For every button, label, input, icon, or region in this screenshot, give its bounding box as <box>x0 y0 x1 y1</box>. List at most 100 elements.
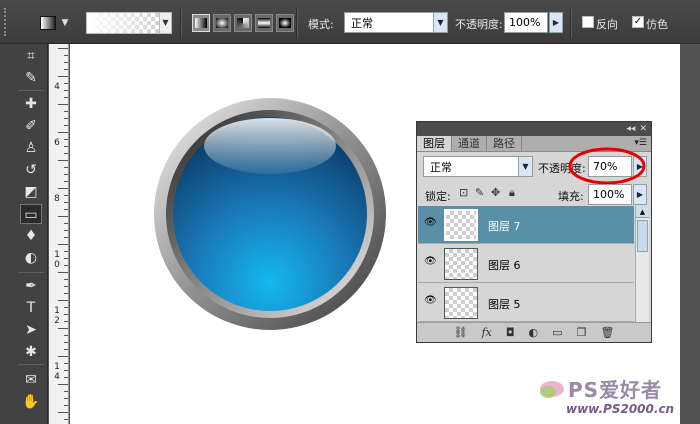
ruler-tick <box>64 62 68 63</box>
ruler-tick <box>64 118 68 119</box>
ruler-tick <box>64 321 68 322</box>
diamond-gradient-button[interactable] <box>276 14 294 32</box>
blend-mode-value: 正常 <box>430 160 452 174</box>
hand-icon[interactable]: ✋ <box>20 392 42 412</box>
reflected-gradient-button[interactable] <box>255 14 273 32</box>
tab-paths[interactable]: 路径 <box>487 136 522 151</box>
ruler-tick <box>58 132 68 133</box>
ruler-tick <box>64 167 68 168</box>
angle-gradient-button[interactable] <box>234 14 252 32</box>
pen-icon[interactable]: ✒ <box>20 276 42 296</box>
brush-icon[interactable]: ✐ <box>20 116 42 136</box>
scroll-thumb[interactable] <box>637 220 648 252</box>
type-icon[interactable]: T <box>20 298 42 318</box>
custom-shape-icon[interactable]: ✱ <box>20 342 42 362</box>
ruler-tick <box>64 363 68 364</box>
divider <box>18 90 44 91</box>
canvas-right-edge <box>680 44 700 424</box>
close-icon[interactable]: ✕ <box>639 124 647 134</box>
layer-row[interactable]: 👁︎ 图层 5 <box>418 284 634 322</box>
layer-thumbnail <box>444 209 478 241</box>
layer-thumbnail <box>444 287 478 319</box>
ruler-tick <box>64 97 68 98</box>
scroll-up-icon[interactable]: ▲ <box>636 206 649 218</box>
adjustment-icon[interactable]: ◐ <box>529 326 539 339</box>
link-icon[interactable]: ⛓ <box>454 326 468 339</box>
layer-row[interactable]: 👁︎ 图层 7 <box>418 206 634 244</box>
collapse-icon[interactable]: ◂◂ <box>626 124 635 134</box>
lock-transparency-icon[interactable]: ⊡ <box>459 186 468 199</box>
options-bar-grip[interactable] <box>4 8 10 36</box>
dodge-icon[interactable]: ◐ <box>20 248 42 268</box>
ruler-tick <box>64 195 68 196</box>
fx-icon[interactable]: fx <box>482 326 492 339</box>
tool-preset-picker[interactable]: ▼ <box>35 12 73 34</box>
radial-gradient-button[interactable] <box>213 14 231 32</box>
mode-select[interactable]: 正常 ▼ <box>344 12 448 33</box>
gradient-picker[interactable]: ▼ <box>86 12 172 34</box>
opacity-input[interactable]: 100% <box>504 12 548 33</box>
gradient-tool-icon <box>39 16 56 30</box>
tab-channels[interactable]: 通道 <box>452 136 487 151</box>
trash-icon[interactable]: 🗑︎ <box>600 326 614 339</box>
eraser-icon[interactable]: ◩ <box>20 182 42 202</box>
blend-mode-select[interactable]: 正常 ▼ <box>423 156 533 177</box>
new-layer-icon[interactable]: ❐ <box>577 326 587 339</box>
layers-panel: ◂◂ ✕ 图层 通道 路径 ▾☰ 正常 ▼ 不透明度: 70% ▶ 锁定: ⊡ … <box>416 121 652 343</box>
layer-row[interactable]: 👁︎ 图层 6 <box>418 245 634 283</box>
crop-icon[interactable]: ⌗ <box>20 46 42 66</box>
ruler-tick <box>64 181 68 182</box>
ruler-tick <box>58 188 68 189</box>
fill-slider-button[interactable]: ▶ <box>633 184 647 205</box>
ruler-tick <box>58 384 68 385</box>
eye-icon[interactable]: 👁︎ <box>424 218 438 228</box>
chevron-down-icon[interactable]: ▼ <box>159 13 171 33</box>
panel-menu-icon[interactable]: ▾☰ <box>634 138 647 148</box>
dither-checkbox[interactable]: ✓ <box>632 16 644 28</box>
clone-stamp-icon[interactable]: ♙ <box>20 138 42 158</box>
watermark-brand: PS爱好者 <box>568 378 663 402</box>
ruler-tick <box>64 146 68 147</box>
folder-icon[interactable]: ▭ <box>552 326 562 339</box>
ruler-tick <box>64 370 68 371</box>
layers-scrollbar[interactable]: ▲ <box>635 206 649 322</box>
ruler-tick <box>58 48 68 49</box>
linear-gradient-button[interactable] <box>192 14 210 32</box>
ruler-tick <box>64 279 68 280</box>
ruler-tick <box>64 307 68 308</box>
ruler-label: 4 <box>54 82 60 92</box>
lock-all-icon[interactable]: 🔒︎ <box>509 186 515 200</box>
fill-label: 填充: <box>558 190 584 203</box>
ruler-tick <box>64 258 68 259</box>
healing-brush-icon[interactable]: ✚ <box>20 94 42 114</box>
path-selection-icon[interactable]: ➤ <box>20 320 42 340</box>
ruler-tick <box>64 391 68 392</box>
dither-label: 仿色 <box>646 18 668 31</box>
lock-pixels-icon[interactable]: ✎ <box>475 186 484 199</box>
ruler-label: 1 2 <box>54 306 60 326</box>
reverse-checkbox[interactable] <box>582 16 594 28</box>
notes-icon[interactable]: ✉ <box>20 370 42 390</box>
glass-orb-artwork <box>154 98 386 330</box>
mask-icon[interactable]: ◘ <box>506 326 515 339</box>
history-brush-icon[interactable]: ↺ <box>20 160 42 180</box>
eye-icon[interactable]: 👁︎ <box>424 257 438 267</box>
chevron-down-icon[interactable]: ▼ <box>518 157 532 176</box>
red-highlight-circle <box>568 147 646 185</box>
lock-position-icon[interactable]: ✥ <box>491 186 500 199</box>
chevron-down-icon[interactable]: ▼ <box>433 13 447 32</box>
layer-thumbnail <box>444 248 478 280</box>
tab-layers[interactable]: 图层 <box>417 136 452 151</box>
mode-label: 模式: <box>308 18 334 31</box>
eyedropper-icon[interactable]: ✎ <box>20 68 42 88</box>
panel-titlebar[interactable]: ◂◂ ✕ <box>417 122 651 136</box>
divider <box>18 272 44 273</box>
blur-icon[interactable]: ♦ <box>20 226 42 246</box>
ruler-tick <box>58 160 68 161</box>
eye-icon[interactable]: 👁︎ <box>424 296 438 306</box>
fill-input[interactable]: 100% <box>588 184 632 205</box>
ruler-tick <box>58 76 68 77</box>
gradient-tool-icon[interactable]: ▭ <box>20 204 42 224</box>
opacity-label: 不透明度: <box>455 18 503 31</box>
opacity-slider-button[interactable]: ▶ <box>549 12 563 33</box>
